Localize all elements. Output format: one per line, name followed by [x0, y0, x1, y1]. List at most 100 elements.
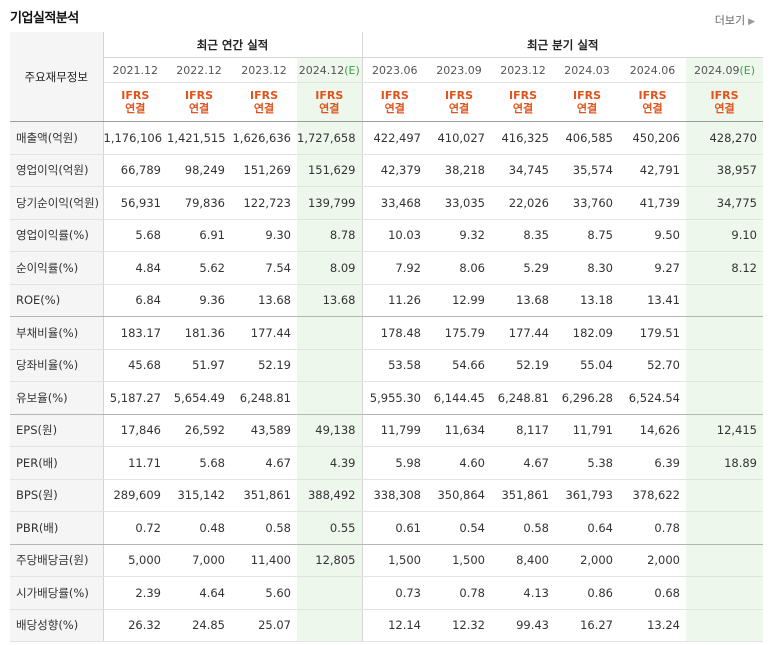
row-label: 시가배당률(%)	[10, 576, 104, 610]
table-cell: 351,861	[231, 479, 297, 512]
table-cell: 34,745	[491, 154, 555, 187]
chevron-right-icon: ▶	[748, 17, 755, 27]
ifrs-label: IFRS 연결	[491, 82, 555, 122]
more-link[interactable]: 더보기 ▶	[715, 12, 755, 28]
table-cell	[297, 316, 363, 350]
table-cell: 33,468	[362, 186, 427, 220]
table-cell	[686, 381, 763, 415]
table-cell: 6.91	[167, 219, 231, 252]
table-cell	[686, 511, 763, 545]
table-cell: 410,027	[427, 121, 491, 155]
table-cell: 33,035	[427, 186, 491, 220]
ifrs-label: IFRS 연결	[231, 82, 297, 122]
table-cell: 25.07	[231, 609, 297, 642]
table-cell: 1,176,106	[103, 121, 167, 155]
table-row: 순이익률(%) 4.84 5.62 7.54 8.09 7.92 8.06 5.29 8.30 9…	[10, 251, 763, 285]
period-label: 2023.09	[436, 63, 482, 77]
table-cell: 179.51	[619, 316, 686, 350]
table-cell: 422,497	[362, 121, 427, 155]
table-cell: 8.35	[491, 219, 555, 252]
table-cell: 6,296.28	[555, 381, 619, 415]
table-cell: 38,218	[427, 154, 491, 187]
section-title: 기업실적분석	[10, 11, 79, 26]
table-row: 주당배당금(원) 5,000 7,000 11,400 12,805 1,500 1,500…	[10, 544, 763, 577]
ifrs-label: IFRS 연결	[686, 82, 763, 122]
table-row: 유보율(%) 5,187.27 5,654.49 6,248.81 5,955.30 6,…	[10, 381, 763, 415]
table-cell: 315,142	[167, 479, 231, 512]
table-cell: 66,789	[103, 154, 167, 187]
table-cell: 1,421,515	[167, 121, 231, 155]
table-cell	[686, 576, 763, 610]
table-cell: 175.79	[427, 316, 491, 350]
row-label: 주당배당금(원)	[10, 544, 104, 577]
table-cell: 428,270	[686, 121, 763, 155]
table-cell: 45.68	[103, 349, 167, 382]
table-cell: 10.03	[362, 219, 427, 252]
table-cell: 16.27	[555, 609, 619, 642]
period-header: 2024.03	[555, 57, 619, 83]
table-cell: 151,629	[297, 154, 363, 187]
row-label: 당좌비율(%)	[10, 349, 104, 382]
table-cell: 416,325	[491, 121, 555, 155]
table-cell: 53.58	[362, 349, 427, 382]
table-row: 시가배당률(%) 2.39 4.64 5.60 0.73 0.78 4.13 0.86 0.68	[10, 576, 763, 610]
period-label: 2024.12	[298, 63, 345, 77]
table-cell: 11,799	[362, 414, 427, 447]
table-cell: 9.30	[231, 219, 297, 252]
table-row: PBR(배) 0.72 0.48 0.58 0.55 0.61 0.54 0.58 0.64 0.…	[10, 511, 763, 545]
table-cell: 5.29	[491, 251, 555, 285]
table-cell: 55.04	[555, 349, 619, 382]
table-cell	[686, 544, 763, 577]
table-cell: 0.48	[167, 511, 231, 545]
table-cell: 79,836	[167, 186, 231, 220]
table-cell: 9.10	[686, 219, 763, 252]
table-cell: 12.32	[427, 609, 491, 642]
table-cell: 49,138	[297, 414, 363, 447]
table-cell: 35,574	[555, 154, 619, 187]
period-header-row: 2021.12 2022.12 2023.12 2024.12(E) 2023.06 20…	[10, 57, 763, 83]
table-cell: 14,626	[619, 414, 686, 447]
table-cell: 8.12	[686, 251, 763, 285]
table-cell: 0.58	[491, 511, 555, 545]
period-header: 2023.12	[491, 57, 555, 83]
table-cell: 52.19	[491, 349, 555, 382]
table-cell	[297, 609, 363, 642]
table-cell: 4.13	[491, 576, 555, 610]
table-cell: 7,000	[167, 544, 231, 577]
table-cell: 5.68	[103, 219, 167, 252]
table-cell: 34,775	[686, 186, 763, 220]
table-cell: 0.55	[297, 511, 363, 545]
more-label: 더보기	[714, 14, 746, 27]
table-cell: 11,400	[231, 544, 297, 577]
table-cell: 17,846	[103, 414, 167, 447]
table-cell: 13.18	[555, 284, 619, 317]
table-cell: 33,760	[555, 186, 619, 220]
table-cell: 9.27	[619, 251, 686, 285]
table-cell: 8.75	[555, 219, 619, 252]
estimate-mark: (E)	[344, 63, 360, 77]
ifrs-label: IFRS 연결	[427, 82, 491, 122]
table-cell: 0.64	[555, 511, 619, 545]
table-cell: 0.73	[362, 576, 427, 610]
table-cell: 13.68	[297, 284, 363, 317]
table-row: 당기순이익(억원) 56,931 79,836 122,723 139,799 33,46…	[10, 186, 763, 220]
row-label: 영업이익(억원)	[10, 154, 104, 187]
table-row: ROE(%) 6.84 9.36 13.68 13.68 11.26 12.99 13.68 1…	[10, 284, 763, 317]
table-cell: 0.58	[231, 511, 297, 545]
table-cell	[686, 479, 763, 512]
table-cell: 0.78	[619, 511, 686, 545]
table-cell: 5.98	[362, 446, 427, 480]
table-cell: 5,000	[103, 544, 167, 577]
table-cell: 11.71	[103, 446, 167, 480]
table-cell: 22,026	[491, 186, 555, 220]
table-cell: 8,400	[491, 544, 555, 577]
table-cell: 182.09	[555, 316, 619, 350]
table-cell: 52.19	[231, 349, 297, 382]
period-header: 2024.12(E)	[297, 57, 363, 83]
annual-group-header: 최근 연간 실적	[103, 32, 363, 58]
table-cell: 13.68	[231, 284, 297, 317]
table-cell: 4.67	[491, 446, 555, 480]
table-cell: 43,589	[231, 414, 297, 447]
table-cell: 11,634	[427, 414, 491, 447]
table-row: BPS(원) 289,609 315,142 351,861 388,492 338,30…	[10, 479, 763, 512]
